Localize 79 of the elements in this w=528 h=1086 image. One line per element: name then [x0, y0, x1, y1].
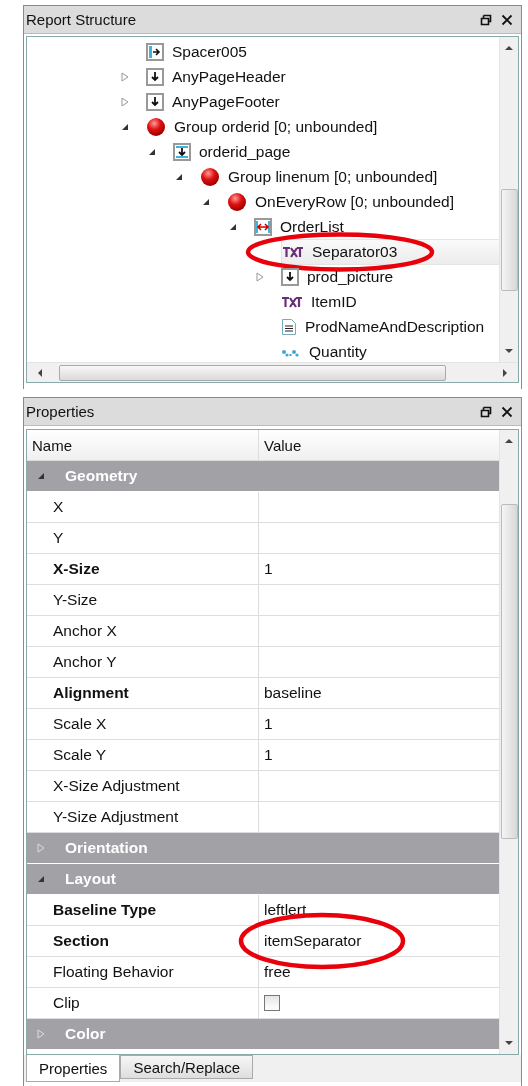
tree-item[interactable]: Quantity — [281, 339, 371, 362]
txt-icon — [281, 295, 303, 308]
panel-title: Properties — [26, 403, 96, 420]
property-name: X-Size — [27, 554, 259, 584]
expanded-arrow-icon[interactable] — [175, 172, 183, 181]
sphere-icon — [227, 191, 247, 212]
tree-item[interactable]: Separator03 — [281, 238, 499, 265]
tree-item[interactable]: Group linenum [0; unbounded] — [200, 164, 442, 189]
checkbox[interactable] — [264, 995, 280, 1011]
tree-item[interactable]: prod_picture — [281, 264, 398, 289]
category-label: Orientation — [65, 839, 148, 857]
panel-tab[interactable]: Properties — [26, 1055, 121, 1082]
tree-item[interactable]: Spacer005 — [146, 39, 251, 64]
horizontal-scrollbar[interactable] — [27, 362, 518, 382]
close-icon[interactable] — [501, 13, 513, 26]
vertical-scrollbar[interactable] — [499, 37, 518, 362]
property-value[interactable]: itemSeparator — [264, 932, 362, 950]
column-header[interactable]: Value — [259, 430, 302, 460]
band-icon — [146, 67, 164, 86]
property-name: Clip — [27, 988, 259, 1018]
band-icon — [173, 142, 191, 161]
column-header[interactable]: Name — [27, 430, 259, 460]
expanded-arrow-icon[interactable] — [121, 122, 129, 131]
tree-item[interactable]: OnEveryRow [0; unbounded] — [227, 189, 459, 214]
sphere-icon — [200, 166, 220, 187]
expanded-arrow-icon[interactable] — [229, 222, 237, 231]
scroll-up-icon[interactable] — [504, 45, 514, 51]
property-value[interactable]: 1 — [264, 560, 273, 578]
tree-item[interactable]: ItemID — [281, 289, 361, 314]
sphere-icon — [146, 116, 166, 137]
scroll-thumb[interactable] — [500, 504, 518, 839]
category-label: Layout — [65, 870, 116, 888]
document-icon — [281, 317, 297, 336]
restore-icon[interactable] — [480, 13, 492, 26]
scroll-thumb[interactable] — [500, 189, 518, 291]
property-value[interactable]: leftlert — [264, 901, 307, 919]
property-name: Anchor X — [27, 616, 259, 646]
tree-item[interactable]: AnyPageFooter — [146, 89, 284, 114]
property-name: Alignment — [27, 678, 259, 708]
property-name: Baseline Type — [27, 895, 259, 925]
property-name: Section — [27, 926, 259, 956]
property-value[interactable]: baseline — [264, 684, 322, 702]
scroll-left-icon[interactable] — [37, 367, 43, 378]
tree-item[interactable]: ProdNameAndDescription — [281, 314, 489, 339]
property-value[interactable]: 1 — [264, 715, 273, 733]
scroll-up-icon[interactable] — [504, 438, 514, 444]
scroll-right-icon[interactable] — [502, 367, 508, 378]
band-icon — [281, 267, 299, 286]
property-name: Floating Behavior — [27, 957, 259, 987]
property-name: X-Size Adjustment — [27, 771, 259, 801]
property-name: Y-Size Adjustment — [27, 802, 259, 832]
tree-item[interactable]: OrderList — [254, 214, 348, 239]
property-name: X — [27, 492, 259, 522]
property-value[interactable]: free — [264, 963, 291, 981]
scroll-down-icon[interactable] — [504, 348, 514, 354]
property-name: Anchor Y — [27, 647, 259, 677]
property-name: Scale X — [27, 709, 259, 739]
tree-item[interactable]: orderid_page — [173, 139, 295, 164]
panel-tab[interactable]: Search/Replace — [120, 1055, 254, 1079]
spacer-icon — [146, 42, 164, 61]
list-icon — [254, 217, 272, 236]
tree-item[interactable]: Group orderid [0; unbounded] — [146, 114, 382, 139]
restore-icon[interactable] — [480, 405, 492, 418]
band-icon — [146, 92, 164, 111]
expanded-arrow-icon[interactable] — [202, 197, 210, 206]
property-name: Y-Size — [27, 585, 259, 615]
tree-item[interactable]: AnyPageHeader — [146, 64, 290, 89]
scroll-thumb[interactable] — [59, 364, 446, 381]
property-name: Scale Y — [27, 740, 259, 770]
vertical-scrollbar[interactable] — [499, 430, 518, 1054]
property-name: Y — [27, 523, 259, 553]
scroll-down-icon[interactable] — [504, 1040, 514, 1046]
panel-title: Report Structure — [26, 11, 138, 28]
category-label: Color — [65, 1025, 106, 1043]
txt-icon — [282, 245, 304, 258]
close-icon[interactable] — [501, 405, 513, 418]
property-value[interactable]: 1 — [264, 746, 273, 764]
expanded-arrow-icon[interactable] — [148, 147, 156, 156]
category-label: Geometry — [65, 467, 138, 485]
